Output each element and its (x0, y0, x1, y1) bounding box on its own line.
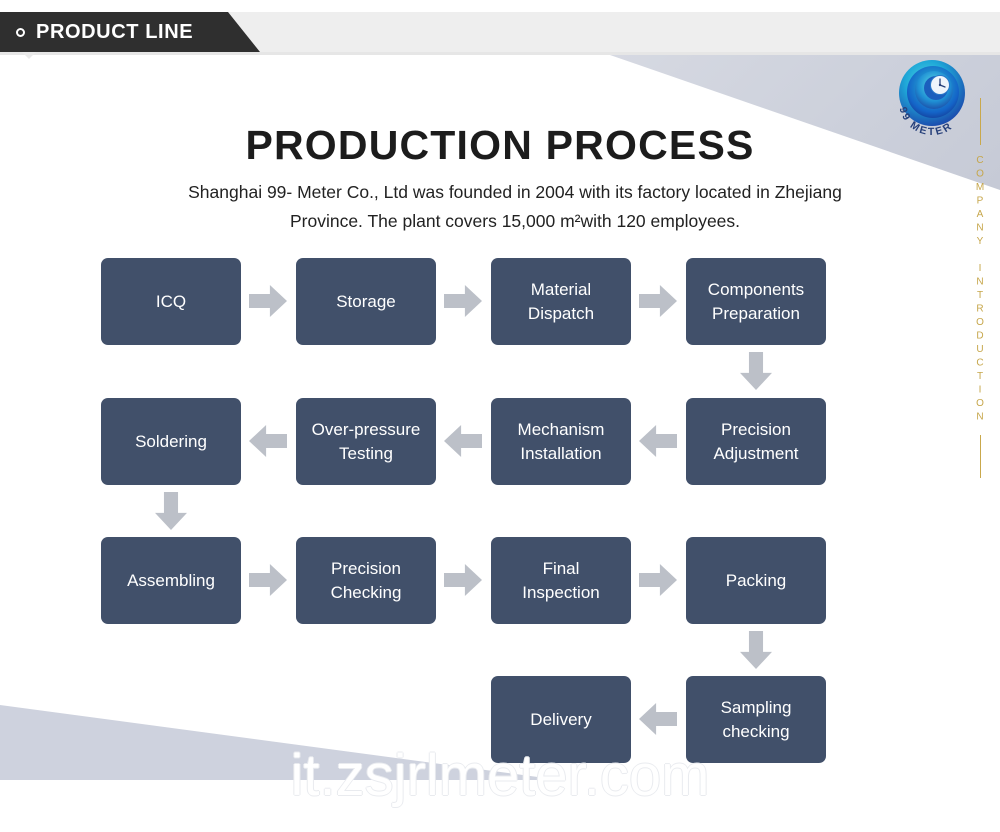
flow-arrow-material-dispatch-to-components-preparation (639, 285, 677, 317)
flow-node-material-dispatch[interactable]: Material Dispatch (491, 258, 631, 345)
flow-node-label: Precision Adjustment (713, 419, 799, 463)
flow-node-components-preparation[interactable]: Components Preparation (686, 258, 826, 345)
flow-arrow-over-pressure-testing-to-soldering (249, 425, 287, 457)
flow-arrow-components-preparation-to-precision-adjustment (740, 352, 772, 390)
flow-node-over-pressure-testing[interactable]: Over-pressure Testing (296, 398, 436, 485)
flow-node-label: Precision Checking (330, 558, 402, 602)
flow-arrow-storage-to-material-dispatch (444, 285, 482, 317)
flow-node-label: Mechanism Installation (517, 419, 605, 463)
flow-node-icq[interactable]: ICQ (101, 258, 241, 345)
flow-arrow-assembling-to-precision-checking (249, 564, 287, 596)
flow-node-storage[interactable]: Storage (296, 258, 436, 345)
flow-node-label: Soldering (135, 431, 207, 451)
flow-arrow-icq-to-storage (249, 285, 287, 317)
production-process-flowchart: ICQ Storage Material Dispatch Components… (0, 0, 1000, 832)
flow-arrow-mechanism-installation-to-over-pressure-testing (444, 425, 482, 457)
flow-arrow-sampling-checking-to-delivery (639, 703, 677, 735)
flow-arrow-precision-checking-to-final-inspection (444, 564, 482, 596)
flow-arrow-final-inspection-to-packing (639, 564, 677, 596)
page-root: PRODUCT LINE 99 METER COMPANY INTRODUCTI… (0, 0, 1000, 832)
flow-node-soldering[interactable]: Soldering (101, 398, 241, 485)
flow-node-label: Storage (336, 291, 396, 311)
flow-node-assembling[interactable]: Assembling (101, 537, 241, 624)
flow-node-delivery[interactable]: Delivery (491, 676, 631, 763)
flow-node-label: ICQ (155, 291, 187, 311)
flow-node-label: Packing (725, 570, 787, 590)
flow-arrow-packing-to-sampling-checking (740, 631, 772, 669)
flow-node-precision-checking[interactable]: Precision Checking (296, 537, 436, 624)
flow-arrow-soldering-to-assembling (155, 492, 187, 530)
flow-node-precision-adjustment[interactable]: Precision Adjustment (686, 398, 826, 485)
flow-node-final-inspection[interactable]: Final Inspection (491, 537, 631, 624)
flow-node-mechanism-installation[interactable]: Mechanism Installation (491, 398, 631, 485)
flow-node-label: Over-pressure Testing (311, 419, 421, 463)
flow-node-label: Material Dispatch (527, 279, 595, 323)
flow-node-label: Final Inspection (522, 558, 600, 602)
flow-node-label: Sampling checking (720, 697, 792, 741)
flow-node-label: Delivery (530, 709, 592, 729)
flow-arrow-precision-adjustment-to-mechanism-installation (639, 425, 677, 457)
flow-node-sampling-checking[interactable]: Sampling checking (686, 676, 826, 763)
flow-node-label: Components Preparation (707, 279, 805, 323)
flow-node-label: Assembling (127, 570, 215, 590)
flow-node-packing[interactable]: Packing (686, 537, 826, 624)
